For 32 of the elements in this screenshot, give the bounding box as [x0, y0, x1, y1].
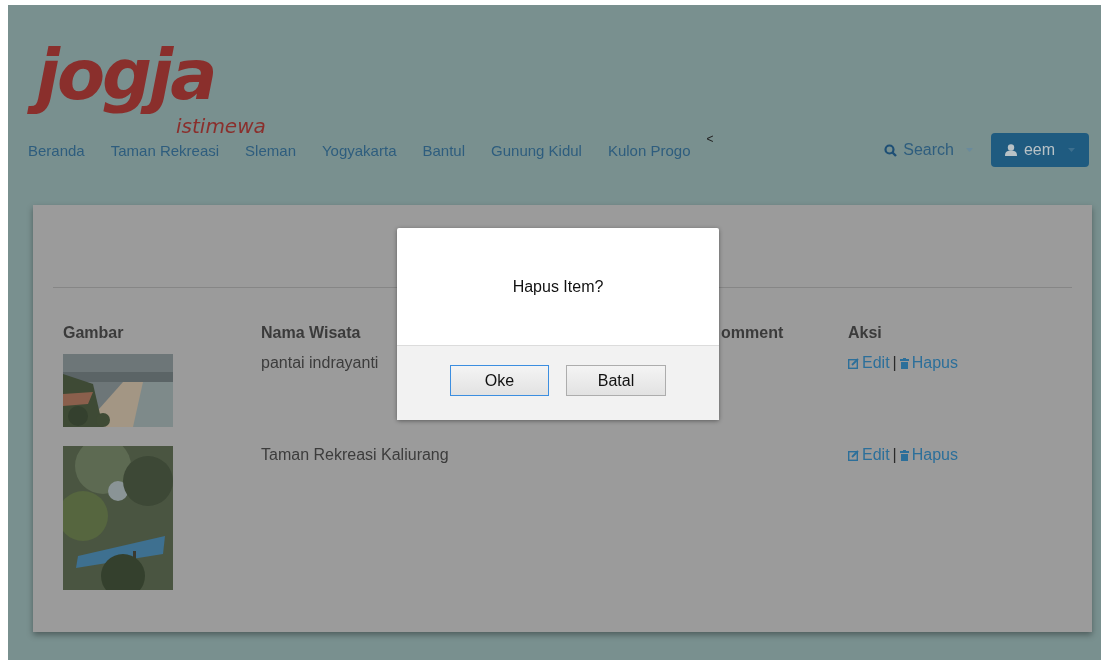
nav-marker: <: [706, 131, 714, 146]
user-icon: [1004, 144, 1017, 156]
delete-link[interactable]: Hapus: [899, 446, 958, 464]
column-header: Aksi: [848, 324, 883, 343]
logo-subtitle: istimewa: [176, 117, 266, 135]
edit-link[interactable]: Edit: [848, 354, 890, 372]
nav-link[interactable]: Beranda: [15, 133, 98, 167]
dialog-button[interactable]: Batal: [566, 365, 666, 396]
table-cell: Taman Rekreasi Kaliurang: [261, 446, 449, 463]
edit-icon: [848, 357, 859, 369]
table-cell: pantai indrayanti: [261, 354, 379, 371]
nav-link[interactable]: Gunung Kidul: [478, 133, 595, 167]
nav-link[interactable]: Bantul: [409, 133, 479, 167]
dialog-button[interactable]: Oke: [450, 365, 549, 396]
edit-link[interactable]: Edit: [848, 446, 890, 464]
separator: |: [892, 446, 897, 464]
trash-icon: [899, 357, 909, 369]
column-header: Nama Wisata: [261, 324, 362, 343]
search-link[interactable]: Search: [884, 141, 973, 159]
delete-link[interactable]: Hapus: [899, 354, 958, 372]
dialog-message: Hapus Item?: [512, 278, 604, 297]
edit-icon: [848, 449, 859, 461]
user-menu-button[interactable]: eem: [991, 133, 1089, 167]
nav-link[interactable]: Taman Rekreasi: [97, 133, 233, 167]
column-header: omment: [721, 324, 785, 343]
nav-link[interactable]: Kulon Progo: [594, 133, 704, 167]
nav-link[interactable]: Sleman: [232, 133, 309, 167]
separator: |: [892, 354, 897, 372]
search-icon: [884, 143, 898, 157]
column-header: Gambar: [63, 324, 125, 343]
nav-link[interactable]: Yogyakarta: [308, 133, 410, 167]
trash-icon: [899, 449, 909, 461]
